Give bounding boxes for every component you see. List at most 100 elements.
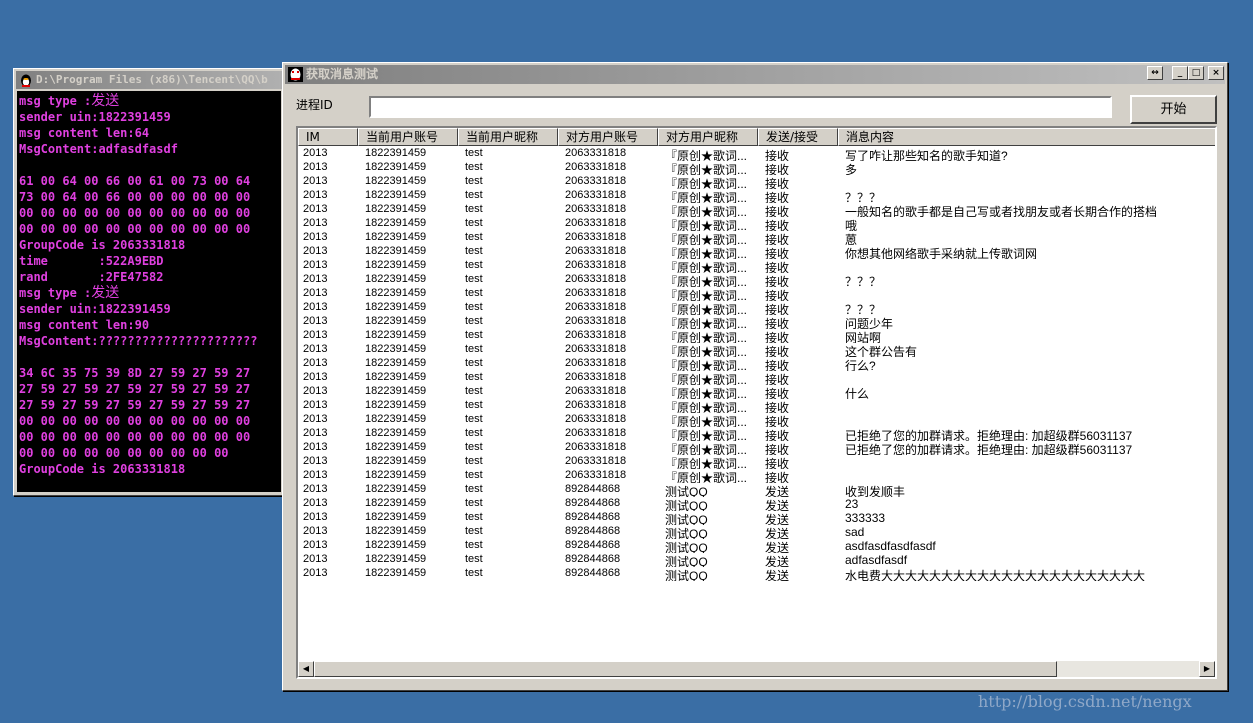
column-header[interactable]: IM [298, 128, 358, 146]
table-cell: 收到发顺丰 [845, 485, 906, 497]
table-row[interactable]: 2013 1822391459 test 892844868 测试QQ 发送 sad [298, 525, 1215, 539]
table-cell: test [465, 371, 483, 383]
table-cell: 接收 [765, 359, 790, 371]
table-row[interactable]: 2013 1822391459 test 2063331818 『原创★歌词... 接收 [298, 455, 1215, 469]
table-cell: 接收 [765, 317, 790, 329]
table-cell: 2063331818 [565, 441, 627, 453]
pid-input[interactable] [369, 96, 1112, 118]
message-dialog[interactable]: 获取消息测试 ↔ _ □ × 进程ID 开始 IM 当前用户账号 当前用户昵称 对方用… [282, 62, 1228, 691]
table-cell: 2013 [303, 483, 328, 495]
console-line: GroupCode is 2063331818 [19, 462, 186, 476]
table-cell: 接收 [765, 331, 790, 343]
table-row[interactable]: 2013 1822391459 test 2063331818 『原创★歌词... 接收 蒽 [298, 231, 1215, 245]
table-cell: 2013 [303, 161, 328, 173]
table-row[interactable]: 2013 1822391459 test 2063331818 『原创★歌词... 接收 [298, 259, 1215, 273]
table-row[interactable]: 2013 1822391459 test 2063331818 『原创★歌词... 接收 这… [298, 343, 1215, 357]
message-list[interactable]: IM 当前用户账号 当前用户昵称 对方用户账号 对方用户昵称 发送/接受 消息内容 2013… [296, 126, 1217, 679]
table-cell: test [465, 217, 483, 229]
table-cell: 23 [845, 497, 859, 511]
table-cell: 测试QQ [665, 499, 708, 511]
table-cell: test [465, 539, 483, 551]
table-cell: 测试QQ [665, 485, 708, 497]
table-cell: test [465, 161, 483, 173]
table-row[interactable]: 2013 1822391459 test 2063331818 『原创★歌词... 接收 多 [298, 161, 1215, 175]
table-row[interactable]: 2013 1822391459 test 2063331818 『原创★歌词... 接收 已… [298, 427, 1215, 441]
table-cell: 接收 [765, 289, 790, 301]
horizontal-scrollbar[interactable]: ◀ ▶ [298, 661, 1215, 677]
restore-size-button[interactable]: ↔ [1147, 66, 1163, 80]
table-row[interactable]: 2013 1822391459 test 2063331818 『原创★歌词... 接收 [298, 287, 1215, 301]
table-cell: adfasdfasdf [845, 553, 908, 567]
table-row[interactable]: 2013 1822391459 test 2063331818 『原创★歌词... 接收 什… [298, 385, 1215, 399]
console-line: 27 59 27 59 27 59 27 59 27 59 27 [19, 382, 251, 396]
table-row[interactable]: 2013 1822391459 test 2063331818 『原创★歌词... 接收 写… [298, 147, 1215, 161]
table-cell: 2063331818 [565, 175, 627, 187]
table-cell: 2063331818 [565, 413, 627, 425]
table-cell: 『原创★歌词... [665, 471, 748, 483]
table-row[interactable]: 2013 1822391459 test 2063331818 『原创★歌词... 接收 网… [298, 329, 1215, 343]
scroll-left-icon[interactable]: ◀ [298, 661, 314, 677]
table-cell: 接收 [765, 429, 790, 441]
table-cell: 发送 [765, 513, 790, 525]
table-row[interactable]: 2013 1822391459 test 2063331818 『原创★歌词... 接收 [298, 175, 1215, 189]
console-line: GroupCode is 2063331818 [19, 238, 186, 252]
start-button[interactable]: 开始 [1130, 95, 1217, 124]
table-cell: 『原创★歌词... [665, 373, 748, 385]
scroll-right-icon[interactable]: ▶ [1199, 661, 1215, 677]
table-row[interactable]: 2013 1822391459 test 892844868 测试QQ 发送 收到发顺丰 [298, 483, 1215, 497]
table-row[interactable]: 2013 1822391459 test 892844868 测试QQ 发送 asdfasd… [298, 539, 1215, 553]
column-header[interactable]: 消息内容 [838, 128, 1215, 146]
table-cell: 接收 [765, 247, 790, 259]
table-cell [845, 399, 1215, 413]
maximize-button[interactable]: □ [1188, 66, 1204, 80]
table-cell: 接收 [765, 345, 790, 357]
console-title-bar[interactable]: D:\Program Files (x86)\Tencent\QQ\b [16, 71, 282, 89]
table-cell: 接收 [765, 275, 790, 287]
scroll-thumb[interactable] [314, 661, 1057, 677]
table-row[interactable]: 2013 1822391459 test 2063331818 『原创★歌词... 接收 [298, 399, 1215, 413]
table-row[interactable]: 2013 1822391459 test 2063331818 『原创★歌词... 接收 一… [298, 203, 1215, 217]
minimize-button[interactable]: _ [1172, 66, 1188, 80]
table-cell: 2013 [303, 469, 328, 481]
table-row[interactable]: 2013 1822391459 test 892844868 测试QQ 发送 23 [298, 497, 1215, 511]
table-row[interactable]: 2013 1822391459 test 2063331818 『原创★歌词... 接收 [298, 413, 1215, 427]
pid-label: 进程ID [296, 98, 333, 112]
console-window[interactable]: D:\Program Files (x86)\Tencent\QQ\b msg … [13, 68, 285, 496]
table-cell [845, 287, 1215, 301]
column-header[interactable]: 发送/接受 [758, 128, 838, 146]
table-row[interactable]: 2013 1822391459 test 2063331818 『原创★歌词... 接收 问… [298, 315, 1215, 329]
table-row[interactable]: 2013 1822391459 test 2063331818 『原创★歌词... 接收 [298, 469, 1215, 483]
column-header[interactable]: 对方用户昵称 [658, 128, 758, 146]
column-header[interactable]: 当前用户账号 [358, 128, 458, 146]
table-cell: 1822391459 [365, 525, 427, 537]
table-row[interactable]: 2013 1822391459 test 2063331818 『原创★歌词... 接收 已… [298, 441, 1215, 455]
table-row[interactable]: 2013 1822391459 test 2063331818 『原创★歌词... 接收 ？… [298, 189, 1215, 203]
console-line: 00 00 00 00 00 00 00 00 00 00 00 [19, 222, 251, 236]
table-cell: 发送 [765, 499, 790, 511]
table-cell: 测试QQ [665, 569, 708, 581]
table-row[interactable]: 2013 1822391459 test 892844868 测试QQ 发送 水电费大大大大… [298, 567, 1215, 581]
table-row[interactable]: 2013 1822391459 test 892844868 测试QQ 发送 adfasdf… [298, 553, 1215, 567]
table-row[interactable]: 2013 1822391459 test 2063331818 『原创★歌词... 接收 行… [298, 357, 1215, 371]
table-cell: 『原创★歌词... [665, 457, 748, 469]
column-header[interactable]: 对方用户账号 [558, 128, 658, 146]
table-cell: 『原创★歌词... [665, 443, 748, 455]
table-cell: 『原创★歌词... [665, 219, 748, 231]
table-cell: sad [845, 525, 865, 539]
table-cell: 2063331818 [565, 273, 627, 285]
dialog-title-bar[interactable]: 获取消息测试 [285, 65, 1225, 84]
table-cell: 2013 [303, 385, 328, 397]
table-row[interactable]: 2013 1822391459 test 2063331818 『原创★歌词... 接收 ？… [298, 301, 1215, 315]
app-icon [288, 67, 303, 82]
table-row[interactable]: 2013 1822391459 test 2063331818 『原创★歌词... 接收 哦 [298, 217, 1215, 231]
table-row[interactable]: 2013 1822391459 test 2063331818 『原创★歌词... 接收 你… [298, 245, 1215, 259]
table-cell: 2063331818 [565, 245, 627, 257]
table-row[interactable]: 2013 1822391459 test 2063331818 『原创★歌词... 接收 [298, 371, 1215, 385]
column-header[interactable]: 当前用户昵称 [458, 128, 558, 146]
table-cell: 1822391459 [365, 203, 427, 215]
table-row[interactable]: 2013 1822391459 test 892844868 测试QQ 发送 333333 [298, 511, 1215, 525]
table-cell: test [465, 553, 483, 565]
table-row[interactable]: 2013 1822391459 test 2063331818 『原创★歌词... 接收 ？… [298, 273, 1215, 287]
close-button[interactable]: × [1208, 66, 1224, 80]
table-cell: 接收 [765, 177, 790, 189]
